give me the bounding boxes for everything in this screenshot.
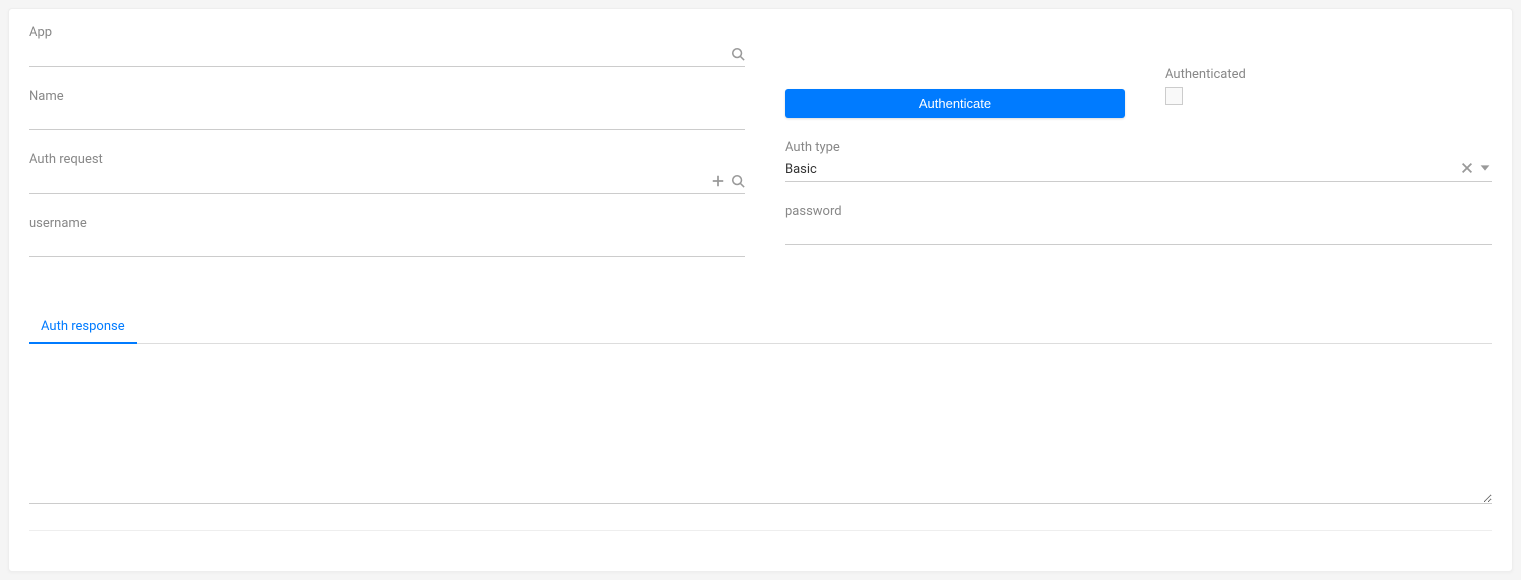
password-field: password: [785, 204, 1492, 246]
auth-form-card: App Name Auth request: [8, 8, 1513, 572]
footer-divider: [29, 530, 1492, 531]
auth-request-input[interactable]: [29, 168, 745, 194]
auth-response-panel: [29, 344, 1492, 508]
search-icon[interactable]: [731, 47, 745, 61]
app-label: App: [29, 25, 745, 41]
tab-auth-response[interactable]: Auth response: [29, 311, 137, 344]
password-input[interactable]: [785, 219, 1492, 245]
name-input[interactable]: [29, 104, 745, 130]
auth-request-label: Auth request: [29, 152, 745, 168]
auth-response-textarea[interactable]: [29, 344, 1492, 504]
tabs-row: Auth response: [29, 311, 1492, 344]
name-field: Name: [29, 89, 745, 131]
clear-icon[interactable]: [1460, 161, 1474, 175]
auth-action-row: Authenticate Authenticated: [785, 89, 1492, 118]
name-label: Name: [29, 89, 745, 105]
search-icon[interactable]: [731, 174, 745, 188]
plus-icon[interactable]: [711, 174, 725, 188]
username-field: username: [29, 216, 745, 258]
auth-type-select[interactable]: Basic: [785, 156, 1492, 182]
authenticated-field: Authenticated: [1165, 89, 1246, 105]
auth-type-value: Basic: [785, 160, 1460, 177]
chevron-down-icon[interactable]: [1478, 161, 1492, 175]
username-input[interactable]: [29, 231, 745, 257]
authenticated-checkbox[interactable]: [1165, 87, 1183, 105]
password-label: password: [785, 204, 1492, 220]
authenticate-button[interactable]: Authenticate: [785, 89, 1125, 118]
left-column: App Name Auth request: [29, 25, 745, 279]
app-field: App: [29, 25, 745, 67]
app-input[interactable]: [29, 41, 745, 67]
authenticated-label: Authenticated: [1165, 67, 1246, 83]
auth-type-field: Auth type Basic: [785, 140, 1492, 182]
username-label: username: [29, 216, 745, 232]
form-grid: App Name Auth request: [29, 25, 1492, 279]
authenticate-button-wrap: Authenticate: [785, 89, 1125, 118]
auth-type-label: Auth type: [785, 140, 1492, 156]
right-column: Authenticate Authenticated Auth type Bas…: [785, 25, 1492, 279]
auth-request-field: Auth request: [29, 152, 745, 194]
